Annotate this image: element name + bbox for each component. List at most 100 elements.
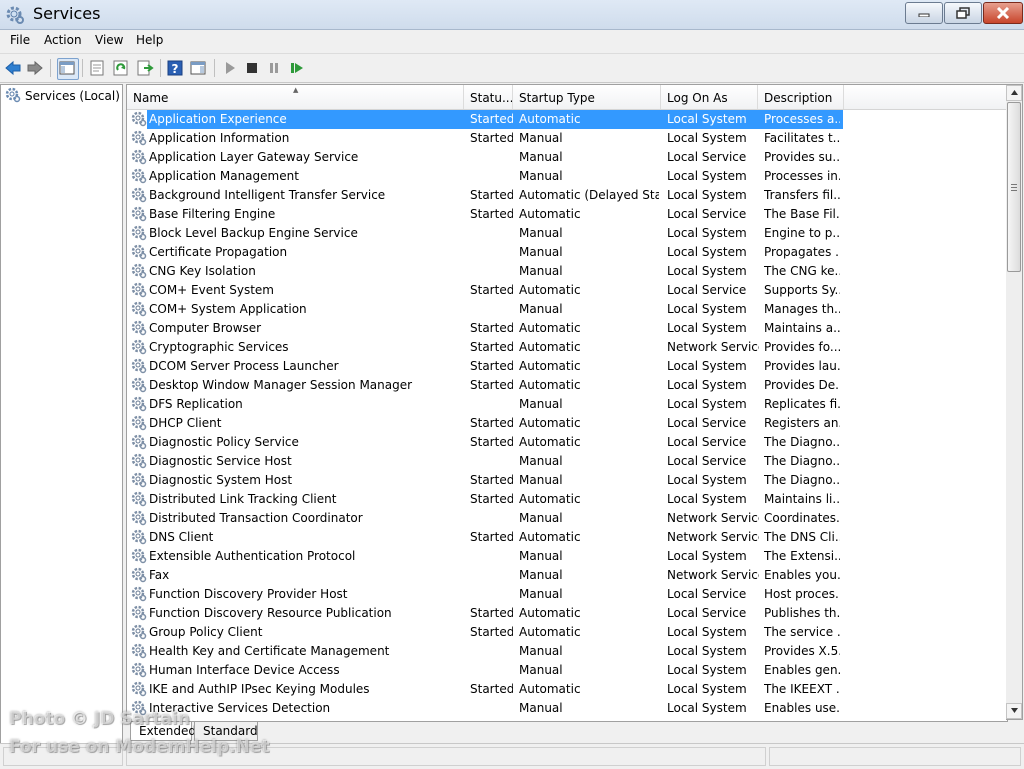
table-row[interactable]: Fax Manual Network Service Enables you... bbox=[127, 566, 1007, 585]
help-icon[interactable]: ? bbox=[166, 59, 184, 77]
service-gear-icon bbox=[131, 244, 147, 260]
service-log-on-as: Local System bbox=[667, 321, 747, 335]
table-row[interactable]: COM+ System Application Manual Local Syste… bbox=[127, 300, 1007, 319]
service-log-on-as: Network Service bbox=[667, 511, 759, 525]
service-log-on-as: Local Service bbox=[667, 587, 747, 601]
restart-service-icon[interactable] bbox=[288, 59, 306, 77]
menu-file[interactable]: File bbox=[10, 33, 30, 47]
table-row[interactable]: Application Layer Gateway Service Manual L… bbox=[127, 148, 1007, 167]
service-log-on-as: Local System bbox=[667, 549, 747, 563]
service-name: Background Intelligent Transfer Service bbox=[149, 188, 386, 202]
service-log-on-as: Local Service bbox=[667, 207, 747, 221]
menu-view[interactable]: View bbox=[95, 33, 123, 47]
service-name: Diagnostic Service Host bbox=[149, 454, 292, 468]
table-row[interactable]: Human Interface Device Access Manual Local… bbox=[127, 661, 1007, 680]
pause-service-icon[interactable] bbox=[265, 59, 283, 77]
table-row[interactable]: DNS Client Started Automatic Network Servic… bbox=[127, 528, 1007, 547]
column-header-description[interactable]: Description bbox=[758, 85, 844, 109]
table-row[interactable]: Distributed Transaction Coordinator Manua… bbox=[127, 509, 1007, 528]
table-row[interactable]: Health Key and Certificate Management Man… bbox=[127, 642, 1007, 661]
close-button[interactable] bbox=[983, 2, 1023, 24]
service-description: The service ... bbox=[764, 625, 840, 639]
stop-service-icon[interactable] bbox=[243, 59, 261, 77]
scroll-down-button[interactable] bbox=[1006, 703, 1022, 719]
restore-icon bbox=[956, 7, 970, 19]
table-row[interactable]: Diagnostic Service Host Manual Local Servi… bbox=[127, 452, 1007, 471]
forward-arrow-icon[interactable] bbox=[26, 59, 44, 77]
service-log-on-as: Local System bbox=[667, 226, 747, 240]
table-row[interactable]: Diagnostic Policy Service Started Automati… bbox=[127, 433, 1007, 452]
export-list-icon[interactable] bbox=[136, 59, 154, 77]
service-gear-icon bbox=[131, 149, 147, 165]
service-description: Registers an... bbox=[764, 416, 840, 430]
tree-node-services-local[interactable]: Services (Local) bbox=[5, 87, 120, 104]
table-row[interactable]: Group Policy Client Started Automatic Local… bbox=[127, 623, 1007, 642]
table-row[interactable]: Application Management Manual Local System… bbox=[127, 167, 1007, 186]
service-log-on-as: Local System bbox=[667, 625, 747, 639]
service-log-on-as: Local System bbox=[667, 473, 747, 487]
table-row[interactable]: Application Information Started Manual Loca… bbox=[127, 129, 1007, 148]
back-arrow-icon[interactable] bbox=[4, 59, 22, 77]
service-startup-type: Manual bbox=[519, 264, 563, 278]
service-log-on-as: Local Service bbox=[667, 454, 747, 468]
table-row[interactable]: IKE and AuthIP IPsec Keying Modules Start… bbox=[127, 680, 1007, 699]
service-startup-type: Manual bbox=[519, 663, 563, 677]
service-gear-icon bbox=[131, 111, 147, 127]
start-service-icon[interactable] bbox=[221, 59, 239, 77]
table-row[interactable]: Function Discovery Provider Host Manual Lo… bbox=[127, 585, 1007, 604]
thumb-grip bbox=[1011, 190, 1017, 191]
table-row[interactable]: Function Discovery Resource Publication S… bbox=[127, 604, 1007, 623]
restore-button[interactable] bbox=[944, 2, 982, 24]
table-row[interactable]: Base Filtering Engine Started Automatic Loc… bbox=[127, 205, 1007, 224]
column-header-label: Statu... bbox=[470, 91, 513, 105]
column-header-log-on-as[interactable]: Log On As bbox=[661, 85, 758, 109]
table-row[interactable]: Extensible Authentication Protocol Manual… bbox=[127, 547, 1007, 566]
show-hide-console-tree-icon[interactable] bbox=[57, 58, 79, 80]
action-pane-icon[interactable] bbox=[189, 59, 207, 77]
thumb-grip bbox=[1011, 187, 1017, 188]
vertical-scrollbar[interactable] bbox=[1006, 84, 1023, 720]
scroll-up-button[interactable] bbox=[1006, 85, 1022, 101]
service-name: Diagnostic System Host bbox=[149, 473, 293, 487]
table-row[interactable]: Block Level Backup Engine Service Manual L… bbox=[127, 224, 1007, 243]
service-startup-type: Automatic bbox=[519, 340, 581, 354]
table-row[interactable]: CNG Key Isolation Manual Local System The C… bbox=[127, 262, 1007, 281]
service-description: The DNS Cli... bbox=[764, 530, 840, 544]
service-description: Enables gen... bbox=[764, 663, 840, 677]
scrollbar-thumb[interactable] bbox=[1007, 102, 1021, 272]
column-header-status[interactable]: Statu... bbox=[464, 85, 513, 109]
service-description: Host proces... bbox=[764, 587, 840, 601]
menu-help[interactable]: Help bbox=[136, 33, 163, 47]
service-name: Application Experience bbox=[149, 112, 287, 126]
table-row[interactable]: Application Experience Started Automatic Lo… bbox=[127, 110, 1007, 129]
column-header-startup-type[interactable]: Startup Type bbox=[513, 85, 661, 109]
table-row[interactable]: Cryptographic Services Started Automatic Ne… bbox=[127, 338, 1007, 357]
table-row[interactable]: Distributed Link Tracking Client Started A… bbox=[127, 490, 1007, 509]
service-status bbox=[470, 566, 513, 585]
service-description: Publishes th... bbox=[764, 606, 840, 620]
service-name: Cryptographic Services bbox=[149, 340, 289, 354]
service-name: Diagnostic Policy Service bbox=[149, 435, 299, 449]
properties-icon[interactable] bbox=[88, 59, 106, 77]
table-row[interactable]: Background Intelligent Transfer Service S… bbox=[127, 186, 1007, 205]
service-name: Interactive Services Detection bbox=[149, 701, 331, 715]
table-row[interactable]: DHCP Client Started Automatic Local Service… bbox=[127, 414, 1007, 433]
menu-action[interactable]: Action bbox=[44, 33, 82, 47]
table-row[interactable]: Computer Browser Started Automatic Local Sy… bbox=[127, 319, 1007, 338]
refresh-icon[interactable] bbox=[112, 59, 130, 77]
service-gear-icon bbox=[131, 453, 147, 469]
table-row[interactable]: Desktop Window Manager Session Manager St… bbox=[127, 376, 1007, 395]
table-row[interactable]: Interactive Services Detection Manual Loca… bbox=[127, 699, 1007, 718]
service-startup-type: Manual bbox=[519, 302, 563, 316]
table-row[interactable]: Certificate Propagation Manual Local Syste… bbox=[127, 243, 1007, 262]
service-log-on-as: Local System bbox=[667, 169, 747, 183]
table-row[interactable]: DFS Replication Manual Local System Replica… bbox=[127, 395, 1007, 414]
service-startup-type: Automatic bbox=[519, 416, 581, 430]
service-gear-icon bbox=[131, 510, 147, 526]
title-bar: Services bbox=[0, 0, 1024, 30]
service-gear-icon bbox=[131, 396, 147, 412]
table-row[interactable]: COM+ Event System Started Automatic Local S… bbox=[127, 281, 1007, 300]
table-row[interactable]: Diagnostic System Host Started Manual Local… bbox=[127, 471, 1007, 490]
table-row[interactable]: DCOM Server Process Launcher Started Autom… bbox=[127, 357, 1007, 376]
minimize-button[interactable] bbox=[905, 2, 943, 24]
